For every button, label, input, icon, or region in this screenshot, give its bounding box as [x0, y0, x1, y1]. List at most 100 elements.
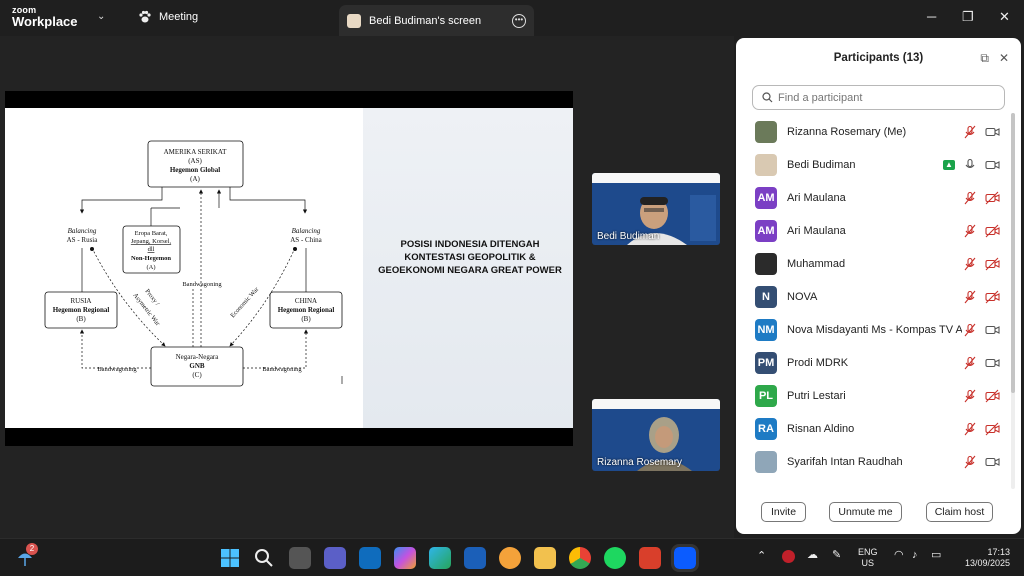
zoom-logo[interactable]: zoom Workplace [12, 6, 78, 29]
participant-row[interactable]: AM Ari Maulana [736, 214, 1016, 247]
participant-row[interactable]: NM Nova Misdayanti Ms - Kompas TV A... [736, 313, 1016, 346]
participant-row[interactable]: RA Risnan Aldino [736, 412, 1016, 445]
video-off-icon[interactable] [985, 224, 1000, 238]
search-icon[interactable] [253, 547, 275, 569]
participant-row[interactable]: Bedi Budiman ▲ [736, 148, 1016, 181]
pen-icon[interactable]: ✎ [832, 550, 841, 561]
pdf-icon[interactable] [639, 547, 661, 569]
video-tile-bedi[interactable]: Bedi Budiman [592, 173, 720, 245]
video-icon[interactable] [985, 455, 1000, 469]
meeting-label: Meeting [159, 11, 199, 23]
participant-name: Prodi MDRK [787, 356, 849, 369]
mic-muted-icon[interactable] [963, 356, 977, 370]
volume-icon[interactable]: ♪ [912, 550, 918, 561]
mic-muted-icon[interactable] [963, 257, 977, 271]
cloud-icon[interactable]: ☁ [807, 550, 818, 561]
more-icon[interactable]: ••• [512, 13, 526, 28]
geopolitics-diagram: AMERIKA SERIKAT (AS) Hegemon Global (A) … [44, 140, 343, 387]
antivirus-icon[interactable] [782, 550, 795, 563]
claim-host-button[interactable]: Claim host [926, 502, 993, 522]
mic-muted-icon[interactable] [963, 125, 977, 139]
video-off-icon[interactable] [985, 422, 1000, 436]
participant-row[interactable]: Syarifah Intan Raudhah [736, 445, 1016, 478]
mic-muted-icon[interactable] [963, 290, 977, 304]
zoom-icon[interactable] [671, 544, 699, 572]
chevron-down-icon[interactable]: ⌄ [97, 11, 105, 22]
video-icon[interactable] [985, 323, 1000, 337]
search-box[interactable] [752, 85, 1005, 110]
teams-icon[interactable] [324, 547, 346, 569]
app-round-icon[interactable] [499, 547, 521, 569]
pop-out-icon[interactable]: ⧉ [980, 51, 989, 66]
meeting-stage: POSISI INDONESIA DITENGAH KONTESTASI GEO… [0, 36, 734, 538]
task-view-icon[interactable] [289, 547, 311, 569]
clock[interactable]: 17:13 13/09/2025 [954, 547, 1010, 569]
bandwagoning-top-label: Bandwagoning [182, 281, 222, 288]
file-explorer-icon[interactable] [534, 547, 556, 569]
video-name-label: Bedi Budiman [597, 231, 660, 242]
minimize-button[interactable]: ─ [927, 9, 936, 24]
invite-button[interactable]: Invite [761, 502, 806, 522]
mic-muted-icon[interactable] [963, 191, 977, 205]
participant-controls [963, 257, 1000, 271]
china-line2: Hegemon Regional [278, 306, 335, 314]
video-off-icon[interactable] [985, 389, 1000, 403]
participant-row[interactable]: Muhammad [736, 247, 1016, 280]
video-icon[interactable] [985, 356, 1000, 370]
video-icon[interactable] [985, 125, 1000, 139]
rusia-line2: Hegemon Regional [53, 306, 110, 314]
video-off-icon[interactable] [985, 191, 1000, 205]
weather-badge: 2 [26, 543, 38, 555]
battery-icon[interactable]: ▭ [931, 550, 941, 561]
lang-line2: US [861, 558, 875, 568]
video-off-icon[interactable] [985, 290, 1000, 304]
restore-button[interactable]: ❐ [962, 9, 974, 25]
scrollbar-thumb[interactable] [1011, 113, 1015, 393]
mic-muted-icon[interactable] [963, 323, 977, 337]
chevron-up-icon[interactable]: ⌃ [757, 551, 766, 562]
gnb-line1: Negara-Negara [176, 353, 220, 361]
close-button[interactable]: ✕ [999, 9, 1010, 25]
video-tile-rizanna[interactable]: Rizanna Rosemary [592, 399, 720, 471]
china-line1: CHINA [295, 297, 317, 305]
mic-muted-icon[interactable] [963, 224, 977, 238]
participant-controls [963, 323, 1000, 337]
participant-row[interactable]: PM Prodi MDRK [736, 346, 1016, 379]
weather-icon[interactable]: 2 [14, 543, 38, 569]
video-icon[interactable] [985, 158, 1000, 172]
balancing-left-l1: Balancing [68, 227, 97, 235]
spotify-icon[interactable] [604, 547, 626, 569]
search-input[interactable] [778, 91, 998, 104]
gnb-line3: (C) [192, 371, 202, 379]
mic-muted-icon[interactable] [963, 422, 977, 436]
participant-row[interactable]: Rizanna Rosemary (Me) [736, 115, 1016, 148]
edge-icon[interactable] [429, 547, 451, 569]
close-icon[interactable]: ✕ [999, 51, 1009, 66]
participant-controls [963, 125, 1000, 139]
participant-row[interactable]: N NOVA [736, 280, 1016, 313]
participant-row[interactable]: AM Ari Maulana [736, 181, 1016, 214]
avatar: AM [755, 219, 777, 242]
start-icon[interactable] [219, 547, 241, 569]
avatar: PL [755, 384, 777, 407]
wifi-icon[interactable]: ◠ [894, 550, 904, 561]
mic-icon[interactable] [963, 158, 977, 172]
tab-shared-screen[interactable]: Bedi Budiman's screen ••• [339, 5, 534, 36]
chrome-icon[interactable] [569, 547, 591, 569]
participant-row[interactable]: PL Putri Lestari [736, 379, 1016, 412]
video-off-icon[interactable] [985, 257, 1000, 271]
slide-title: POSISI INDONESIA DITENGAH KONTESTASI GEO… [378, 239, 562, 276]
avatar: NM [755, 318, 777, 341]
app-icon[interactable] [464, 547, 486, 569]
mic-muted-icon[interactable] [963, 455, 977, 469]
bandwagoning-left-label: Bandwagoning [97, 366, 137, 373]
copilot-icon[interactable] [394, 547, 416, 569]
balancing-left-l2: AS - Rusia [67, 236, 99, 244]
meeting-menu[interactable]: Meeting [138, 10, 198, 24]
mic-muted-icon[interactable] [963, 389, 977, 403]
avatar [755, 153, 777, 176]
language-indicator[interactable]: ENG US [858, 547, 878, 569]
screen-tab-label: Bedi Budiman's screen [369, 14, 482, 27]
unmute-button[interactable]: Unmute me [829, 502, 902, 522]
outlook-icon[interactable] [359, 547, 381, 569]
